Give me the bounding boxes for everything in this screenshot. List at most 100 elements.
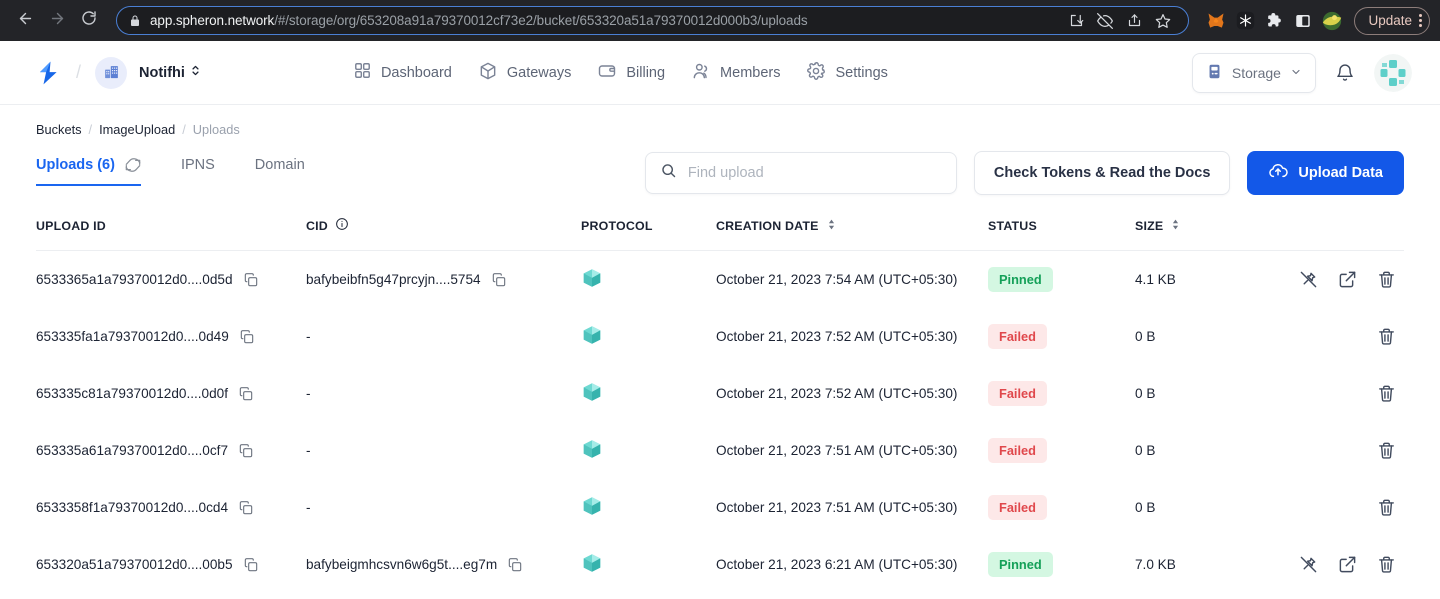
cell-status: Pinned bbox=[988, 536, 1135, 593]
ipfs-cube-icon bbox=[581, 440, 603, 463]
uploads-table: UPLOAD ID CID PROTOCOL CREATION DATE STA… bbox=[36, 217, 1404, 593]
copy-upload-id-icon[interactable] bbox=[238, 500, 254, 516]
cell-size: 0 B bbox=[1135, 479, 1295, 536]
user-avatar[interactable] bbox=[1373, 53, 1412, 92]
column-header-creation-date[interactable]: CREATION DATE bbox=[716, 217, 988, 251]
sort-icon[interactable] bbox=[1170, 218, 1181, 234]
cid-text: bafybeibfn5g47prcyjn....5754 bbox=[306, 272, 481, 287]
unpin-icon[interactable] bbox=[1299, 555, 1318, 574]
reload-button[interactable] bbox=[74, 6, 104, 36]
cell-cid: - bbox=[306, 308, 581, 365]
tab-ipns[interactable]: IPNS bbox=[181, 149, 215, 186]
cell-protocol bbox=[581, 422, 716, 479]
cell-actions bbox=[1295, 422, 1404, 479]
share-icon[interactable] bbox=[1121, 8, 1147, 34]
lock-icon bbox=[129, 15, 141, 27]
nav-item-members[interactable]: Members bbox=[691, 61, 780, 85]
copy-upload-id-icon[interactable] bbox=[239, 329, 255, 345]
search-placeholder: Find upload bbox=[687, 165, 764, 181]
cell-upload-id: 6533358f1a79370012d0....0cd4 bbox=[36, 479, 306, 536]
delete-icon[interactable] bbox=[1377, 441, 1396, 460]
org-switcher[interactable]: Notifhi bbox=[95, 56, 201, 89]
column-header-upload-id: UPLOAD ID bbox=[36, 217, 306, 251]
delete-icon[interactable] bbox=[1377, 498, 1396, 517]
delete-icon[interactable] bbox=[1377, 327, 1396, 346]
cell-upload-id: 653335fa1a79370012d0....0d49 bbox=[36, 308, 306, 365]
table-header: UPLOAD ID CID PROTOCOL CREATION DATE STA… bbox=[36, 217, 1404, 251]
header-separator: / bbox=[76, 62, 82, 82]
table-row: 653335fa1a79370012d0....0d49 - October 2… bbox=[36, 308, 1404, 365]
cell-size: 7.0 KB bbox=[1135, 536, 1295, 593]
cell-status: Failed bbox=[988, 365, 1135, 422]
open-external-icon[interactable] bbox=[1338, 270, 1357, 289]
breadcrumb-item-buckets[interactable]: Buckets bbox=[36, 122, 82, 137]
size-text: 4.1 KB bbox=[1135, 272, 1176, 287]
sort-icon[interactable] bbox=[826, 218, 837, 234]
copy-cid-icon[interactable] bbox=[507, 557, 523, 573]
storage-dropdown[interactable]: Storage bbox=[1191, 52, 1316, 93]
kebab-menu-icon[interactable] bbox=[1419, 14, 1422, 27]
copy-upload-id-icon[interactable] bbox=[238, 443, 254, 459]
page-content: Buckets / ImageUpload / Uploads Uploads … bbox=[0, 105, 1440, 593]
sidebar-panel-icon[interactable] bbox=[1292, 10, 1314, 32]
chevron-up-down-icon bbox=[190, 64, 201, 81]
creation-date-text: October 21, 2023 7:52 AM (UTC+05:30) bbox=[716, 386, 958, 401]
cell-upload-id: 6533365a1a79370012d0....0d5d bbox=[36, 251, 306, 309]
delete-icon[interactable] bbox=[1377, 555, 1396, 574]
copy-upload-id-icon[interactable] bbox=[243, 557, 259, 573]
nav-item-billing[interactable]: Billing bbox=[597, 61, 665, 85]
metamask-fox-icon[interactable] bbox=[1205, 10, 1227, 32]
cell-size: 0 B bbox=[1135, 365, 1295, 422]
spheron-logo[interactable] bbox=[32, 58, 62, 88]
copy-cid-icon[interactable] bbox=[491, 272, 507, 288]
back-button[interactable] bbox=[10, 6, 40, 36]
creation-date-text: October 21, 2023 7:51 AM (UTC+05:30) bbox=[716, 443, 958, 458]
info-icon[interactable] bbox=[335, 217, 349, 234]
bookmark-star-icon[interactable] bbox=[1150, 8, 1176, 34]
column-label: STATUS bbox=[988, 218, 1037, 233]
nav-item-gateways[interactable]: Gateways bbox=[478, 61, 571, 85]
check-tokens-docs-button[interactable]: Check Tokens & Read the Docs bbox=[973, 151, 1231, 195]
snowflake-extension-icon[interactable] bbox=[1234, 10, 1256, 32]
cell-size: 0 B bbox=[1135, 308, 1295, 365]
column-header-size[interactable]: SIZE bbox=[1135, 217, 1295, 251]
cell-cid: - bbox=[306, 422, 581, 479]
unpin-icon[interactable] bbox=[1299, 270, 1318, 289]
address-bar[interactable]: app.spheron.network/#/storage/org/653208… bbox=[116, 6, 1190, 35]
omnibox-actions bbox=[1063, 8, 1176, 34]
eye-slash-icon[interactable] bbox=[1092, 8, 1118, 34]
nav-item-settings[interactable]: Settings bbox=[806, 61, 888, 85]
search-input[interactable]: Find upload bbox=[644, 152, 957, 194]
tab-domain-label: Domain bbox=[254, 157, 305, 173]
forward-button[interactable] bbox=[42, 6, 72, 36]
cell-upload-id: 653335a61a79370012d0....0cf7 bbox=[36, 422, 306, 479]
delete-icon[interactable] bbox=[1377, 270, 1396, 289]
upload-data-button[interactable]: Upload Data bbox=[1247, 151, 1404, 195]
upload-id-text: 653320a51a79370012d0....00b5 bbox=[36, 557, 233, 572]
copy-upload-id-icon[interactable] bbox=[243, 272, 259, 288]
refresh-icon[interactable] bbox=[125, 157, 141, 173]
cell-creation-date: October 21, 2023 7:54 AM (UTC+05:30) bbox=[716, 251, 988, 309]
puzzle-extensions-icon[interactable] bbox=[1263, 10, 1285, 32]
grid-dashboard-icon bbox=[353, 61, 372, 84]
copy-upload-id-icon[interactable] bbox=[238, 386, 254, 402]
main-navigation: Dashboard Gateways Billing Members Setti… bbox=[353, 61, 888, 85]
search-icon bbox=[660, 162, 677, 184]
nav-label: Settings bbox=[835, 64, 888, 81]
nav-item-dashboard[interactable]: Dashboard bbox=[353, 61, 452, 84]
notification-bell-icon[interactable] bbox=[1332, 60, 1358, 86]
open-external-icon[interactable] bbox=[1338, 555, 1357, 574]
cell-cid: - bbox=[306, 365, 581, 422]
update-button[interactable]: Update bbox=[1354, 6, 1430, 35]
status-badge: Pinned bbox=[988, 267, 1053, 292]
profile-avatar-icon[interactable] bbox=[1321, 10, 1343, 32]
install-app-icon[interactable] bbox=[1063, 8, 1089, 34]
tab-uploads[interactable]: Uploads (6) bbox=[36, 149, 141, 186]
tab-domain[interactable]: Domain bbox=[255, 149, 305, 186]
breadcrumb-item-bucket[interactable]: ImageUpload bbox=[99, 122, 175, 137]
storage-label: Storage bbox=[1231, 64, 1281, 81]
delete-icon[interactable] bbox=[1377, 384, 1396, 403]
breadcrumb: Buckets / ImageUpload / Uploads bbox=[36, 105, 1404, 137]
url-host: app.spheron.network bbox=[150, 13, 275, 28]
cid-text: - bbox=[306, 443, 311, 458]
